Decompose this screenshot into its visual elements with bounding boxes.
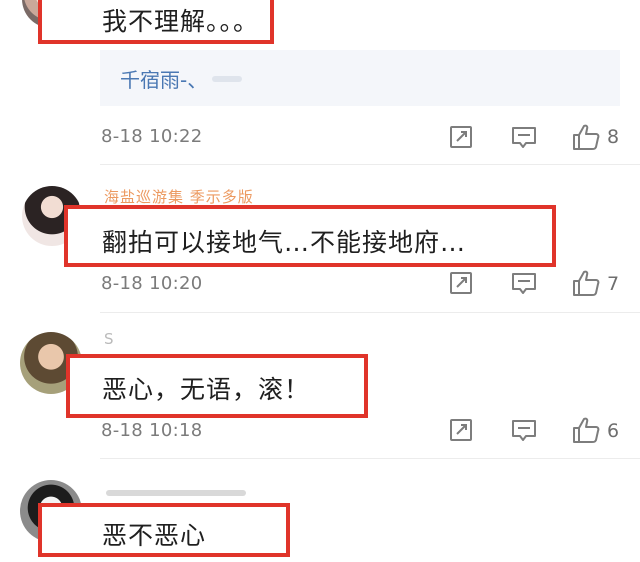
- comment-text: 恶不恶心: [102, 521, 207, 550]
- thumbs-up-icon[interactable]: [571, 268, 601, 302]
- blurred-reply-text: [212, 76, 242, 82]
- comment-text: 我不理解。。。: [102, 7, 260, 36]
- like-count: 7: [607, 273, 620, 295]
- share-icon[interactable]: [448, 417, 474, 447]
- comment-icon[interactable]: [510, 270, 538, 302]
- share-icon[interactable]: [448, 270, 474, 300]
- reply-username[interactable]: 千宿雨-、: [120, 64, 207, 93]
- comment-time: 8-18 10:22: [101, 126, 203, 147]
- reply-quote[interactable]: 千宿雨-、: [100, 50, 620, 106]
- blurred-username: [106, 490, 246, 496]
- divider: [100, 458, 640, 459]
- like-count: 8: [607, 126, 620, 148]
- comment-text: 翻拍可以接地气…不能接地府…: [102, 228, 467, 257]
- comment-icon[interactable]: [510, 417, 538, 449]
- comment-username[interactable]: S: [104, 330, 115, 348]
- comment-time: 8-18 10:20: [101, 273, 203, 294]
- thumbs-up-icon[interactable]: [571, 122, 601, 156]
- divider: [100, 164, 640, 165]
- comment-icon[interactable]: [510, 124, 538, 156]
- thumbs-up-icon[interactable]: [571, 415, 601, 449]
- comment-text: 恶心，无语，滚！: [102, 375, 311, 404]
- divider: [100, 312, 640, 313]
- comment-username[interactable]: 海盐巡游集 季示多版: [104, 186, 254, 207]
- comment-time: 8-18 10:18: [101, 420, 203, 441]
- share-icon[interactable]: [448, 124, 474, 154]
- like-count: 6: [607, 420, 620, 442]
